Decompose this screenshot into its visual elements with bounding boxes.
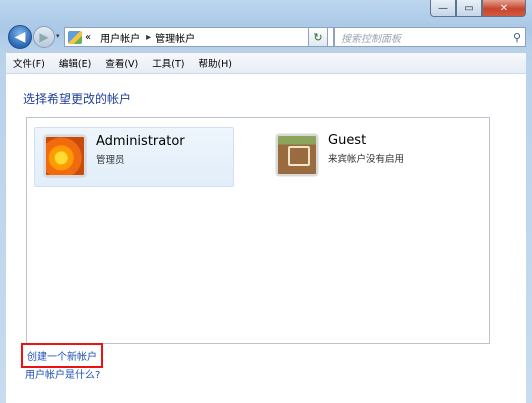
breadcrumb-user-accounts[interactable]: 用户帐户 [100,30,140,45]
minimize-button[interactable]: — [430,0,456,17]
back-arrow-icon: ◀ [14,29,26,45]
create-account-link[interactable]: 创建一个新帐户 [21,343,103,368]
account-info: Administrator 管理员 [96,128,185,166]
briefcase-avatar-icon [276,134,318,176]
address-overflow-icon[interactable]: « [85,32,91,43]
account-name: Guest [328,133,367,148]
account-info: Guest 来宾帐户没有启用 [328,127,404,165]
back-button[interactable]: ◀ [8,25,32,49]
refresh-button[interactable]: ↻ [308,27,328,47]
maximize-button[interactable]: ▭ [456,0,482,17]
search-icon[interactable]: ⚲ [513,31,521,44]
caption-buttons: — ▭ ✕ [430,0,526,17]
flower-avatar-icon [44,135,86,177]
account-role: 管理员 [96,155,125,166]
page-title: 选择希望更改的帐户 [23,92,132,106]
refresh-icon: ↻ [313,30,323,44]
search-input[interactable]: 搜索控制面板 ⚲ [334,27,526,47]
control-panel-icon [68,30,82,44]
account-name: Administrator [96,134,185,149]
control-panel-window: — ▭ ✕ ◀ ▶ ▾ « 用户帐户 ▸ 管理帐户 ▾ ↻ 搜索控制面板 ⚲ 文… [0,0,532,403]
what-is-user-account-link[interactable]: 用户帐户是什么? [25,366,100,381]
forward-arrow-icon: ▶ [39,30,49,44]
menu-bar: 文件(F) 编辑(E) 查看(V) 工具(T) 帮助(H) [6,52,526,73]
search-placeholder: 搜索控制面板 [341,33,401,45]
menu-edit[interactable]: 编辑(E) [52,56,98,70]
accounts-panel: Administrator 管理员 Guest 来宾帐户没有启用 [26,117,490,344]
account-role: 来宾帐户没有启用 [328,154,405,165]
menu-help[interactable]: 帮助(H) [191,56,239,70]
account-tile-administrator[interactable]: Administrator 管理员 [34,127,234,187]
content-area: 选择希望更改的帐户 Administrator 管理员 Guest 来宾帐户没有… [6,73,526,403]
address-bar[interactable]: « 用户帐户 ▸ 管理帐户 ▾ [64,27,334,47]
breadcrumb-manage-accounts[interactable]: 管理帐户 [155,30,195,45]
close-button[interactable]: ✕ [482,0,526,17]
breadcrumb-chevron-icon[interactable]: ▸ [146,32,151,43]
recent-pages-dropdown[interactable]: ▾ [56,32,60,40]
account-tile-guest[interactable]: Guest 来宾帐户没有启用 [267,127,467,187]
menu-file[interactable]: 文件(F) [6,56,52,70]
forward-button[interactable]: ▶ [33,26,55,48]
navigation-bar: ◀ ▶ ▾ « 用户帐户 ▸ 管理帐户 ▾ ↻ 搜索控制面板 ⚲ [6,24,526,50]
menu-view[interactable]: 查看(V) [98,56,145,70]
menu-tools[interactable]: 工具(T) [145,56,191,70]
